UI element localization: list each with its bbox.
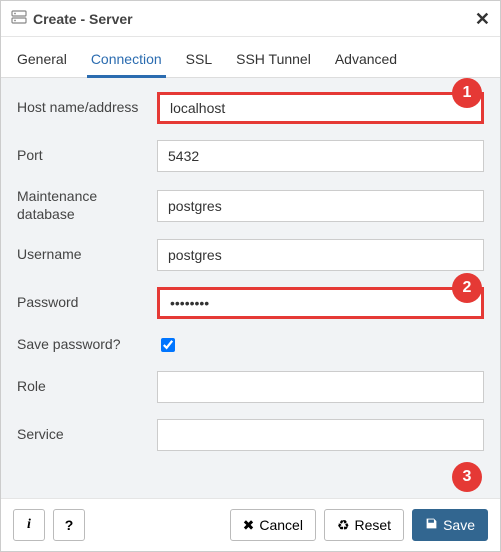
row-role: Role bbox=[17, 371, 484, 403]
row-username: Username bbox=[17, 239, 484, 271]
annotation-3: 3 bbox=[452, 462, 482, 492]
label-host: Host name/address bbox=[17, 99, 157, 117]
reset-button[interactable]: ♻ Reset bbox=[324, 509, 404, 541]
row-host: Host name/address bbox=[17, 92, 484, 124]
titlebar: Create - Server ✕ bbox=[1, 1, 500, 37]
server-icon bbox=[11, 9, 27, 28]
row-service: Service bbox=[17, 419, 484, 451]
save-label: Save bbox=[443, 517, 475, 533]
create-server-dialog: Create - Server ✕ General Connection SSL… bbox=[0, 0, 501, 552]
save-icon bbox=[425, 517, 438, 533]
tab-connection[interactable]: Connection bbox=[89, 45, 164, 77]
dialog-title: Create - Server bbox=[33, 11, 133, 27]
row-password: Password bbox=[17, 287, 484, 319]
annotation-1: 1 bbox=[452, 78, 482, 108]
row-maintdb: Maintenance database bbox=[17, 188, 484, 223]
control-password bbox=[157, 287, 484, 319]
port-input[interactable] bbox=[157, 140, 484, 172]
footer: i ? ✖ Cancel ♻ Reset Save bbox=[1, 498, 500, 551]
tab-advanced[interactable]: Advanced bbox=[333, 45, 399, 77]
footer-right: ✖ Cancel ♻ Reset Save bbox=[230, 509, 488, 541]
footer-left: i ? bbox=[13, 509, 85, 541]
form-body: Host name/address Port Maintenance datab… bbox=[1, 78, 500, 498]
info-icon: i bbox=[27, 517, 31, 533]
tab-ssl[interactable]: SSL bbox=[184, 45, 214, 77]
save-button[interactable]: Save bbox=[412, 509, 488, 541]
row-savepw: Save password? bbox=[17, 335, 484, 355]
tabs: General Connection SSL SSH Tunnel Advanc… bbox=[1, 37, 500, 78]
tab-label: General bbox=[17, 51, 67, 67]
host-input[interactable] bbox=[157, 92, 484, 124]
tab-label: Connection bbox=[91, 51, 162, 67]
help-icon: ? bbox=[65, 517, 74, 533]
control-port bbox=[157, 140, 484, 172]
tab-ssh-tunnel[interactable]: SSH Tunnel bbox=[234, 45, 313, 77]
control-savepw bbox=[157, 335, 484, 355]
control-username bbox=[157, 239, 484, 271]
savepw-checkbox[interactable] bbox=[161, 338, 175, 352]
tab-label: SSL bbox=[186, 51, 212, 67]
close-icon[interactable]: ✕ bbox=[475, 10, 490, 28]
label-service: Service bbox=[17, 426, 157, 444]
maintdb-input[interactable] bbox=[157, 190, 484, 222]
label-password: Password bbox=[17, 294, 157, 312]
username-input[interactable] bbox=[157, 239, 484, 271]
cancel-button[interactable]: ✖ Cancel bbox=[230, 509, 316, 541]
label-role: Role bbox=[17, 378, 157, 396]
control-role bbox=[157, 371, 484, 403]
service-input[interactable] bbox=[157, 419, 484, 451]
cancel-label: Cancel bbox=[259, 517, 303, 533]
label-username: Username bbox=[17, 246, 157, 264]
role-input[interactable] bbox=[157, 371, 484, 403]
control-host bbox=[157, 92, 484, 124]
password-input[interactable] bbox=[157, 287, 484, 319]
help-button[interactable]: ? bbox=[53, 509, 85, 541]
annotation-2: 2 bbox=[452, 273, 482, 303]
reset-label: Reset bbox=[355, 517, 392, 533]
label-maintdb: Maintenance database bbox=[17, 188, 157, 223]
close-icon: ✖ bbox=[243, 517, 255, 534]
recycle-icon: ♻ bbox=[337, 517, 350, 534]
info-button[interactable]: i bbox=[13, 509, 45, 541]
label-savepw: Save password? bbox=[17, 336, 157, 354]
tab-label: SSH Tunnel bbox=[236, 51, 311, 67]
tab-general[interactable]: General bbox=[15, 45, 69, 77]
label-port: Port bbox=[17, 147, 157, 165]
control-service bbox=[157, 419, 484, 451]
row-port: Port bbox=[17, 140, 484, 172]
control-maintdb bbox=[157, 190, 484, 222]
tab-label: Advanced bbox=[335, 51, 397, 67]
title-left: Create - Server bbox=[11, 9, 133, 28]
